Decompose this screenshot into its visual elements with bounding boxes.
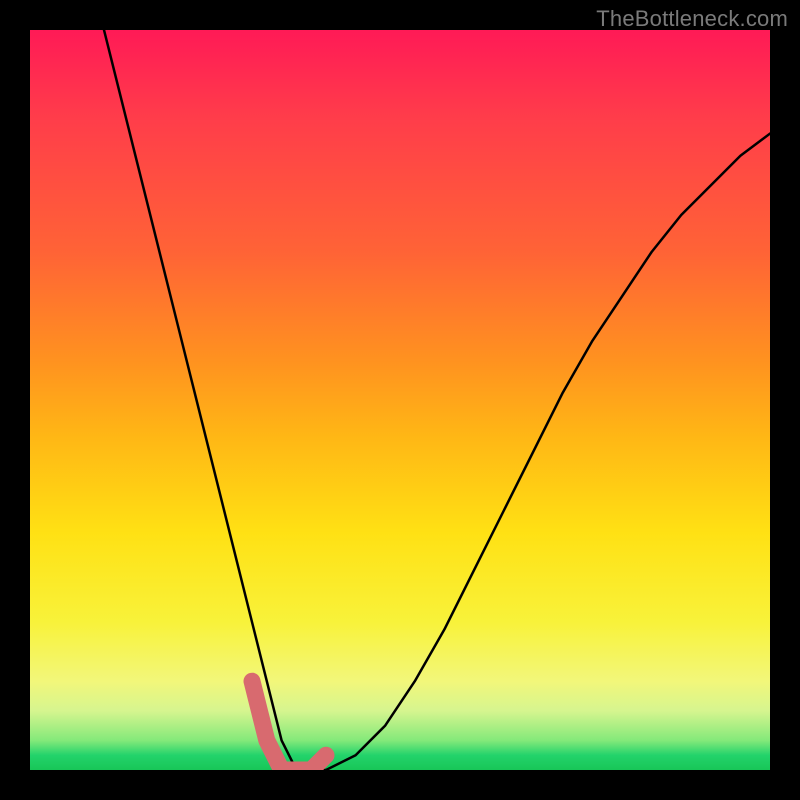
chart-frame: TheBottleneck.com: [0, 0, 800, 800]
highlight-band-path: [252, 681, 326, 770]
curves-svg: [30, 30, 770, 770]
watermark-text: TheBottleneck.com: [596, 6, 788, 32]
bottleneck-curve-path: [104, 30, 770, 770]
plot-area: [30, 30, 770, 770]
